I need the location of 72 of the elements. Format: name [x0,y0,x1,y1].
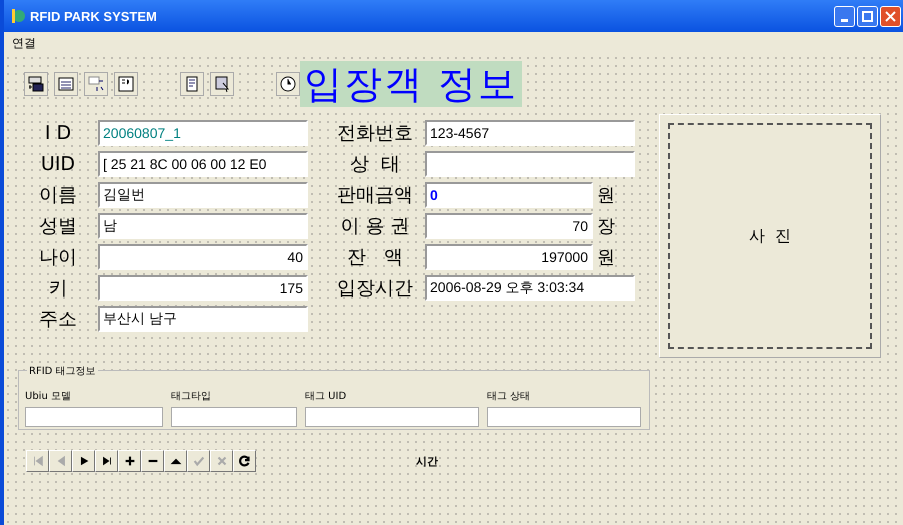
field-label: UID [40,153,76,175]
field-label: 전화번호 [336,121,414,146]
unit-label: 원 [597,184,615,207]
input-field[interactable]: 0 [425,182,593,208]
input-field[interactable]: 70 [425,213,593,239]
toolbar-button[interactable] [180,72,204,96]
navigator-button[interactable] [118,450,141,472]
input-field[interactable] [171,407,297,427]
refresh-icon [238,454,252,468]
database-icon [27,75,45,93]
field-label: 이름 [38,183,78,208]
field-label: Ubiu 모델 [25,390,72,403]
navigator-button[interactable] [72,450,95,472]
navigator-button[interactable] [164,450,187,472]
toolbar-button[interactable] [210,72,234,96]
navigator-button[interactable] [233,450,256,472]
input-field[interactable]: 부산시 남구 [98,306,308,332]
input-field[interactable] [305,407,479,427]
menu-item[interactable]: 연결 [12,34,36,52]
close-button[interactable] [880,6,901,26]
field-label: 성별 [38,214,78,239]
close-icon [885,10,896,22]
toolbar-button[interactable] [276,72,300,96]
group-title: RFID 태그정보 [27,364,98,378]
form-icon [57,75,75,93]
window-title: RFID PARK SYSTEM [30,8,157,24]
plus-icon [122,454,136,468]
field-label: 입장시간 [336,276,414,301]
input-field[interactable]: 2006-08-29 오후 3:03:34 [425,275,635,301]
unit-label: 원 [597,246,615,269]
field-label: I D [44,122,72,144]
field-label: 잔 액 [346,245,404,270]
photo-label: 사 진 [748,226,792,246]
input-field[interactable]: 123-4567 [425,120,635,146]
field-label: 이 용 권 [339,214,411,239]
toolbar-button[interactable] [24,72,48,96]
navigator-button[interactable] [141,450,164,472]
toolbar-button[interactable] [114,72,138,96]
check-icon [192,454,206,468]
transfer-icon [87,75,105,93]
field-label: 키 [48,276,68,301]
navigator-button[interactable] [95,450,118,472]
input-field[interactable]: 175 [98,275,308,301]
field-label: 태그 상태 [487,390,532,403]
clock-icon [279,75,297,93]
unit-label: 장 [597,215,615,238]
pointer-icon [213,75,231,93]
field-label: 상 태 [348,152,402,177]
page-heading: 입장객 정보 [300,61,522,107]
field-label: 나이 [38,245,78,270]
input-field[interactable] [25,407,163,427]
field-label: 판매금액 [336,183,414,208]
input-field[interactable]: 20060807_1 [98,120,308,146]
maximize-button[interactable] [857,6,878,26]
minimize-icon [841,18,848,22]
time-label: 시간 [416,454,438,468]
input-field[interactable]: [ 25 21 8C 00 06 00 12 E0 [98,151,308,177]
input-field[interactable] [425,151,635,177]
toolbar-button[interactable] [54,72,78,96]
input-field[interactable]: 남 [98,213,308,239]
input-field[interactable]: 197000 [425,244,593,270]
input-field[interactable]: 40 [98,244,308,270]
field-label: 태그타입 [171,390,212,403]
field-label: 태그 UID [305,390,348,403]
close-icon [214,454,228,468]
input-field[interactable] [487,407,641,427]
form-icon [117,75,135,93]
app-icon [10,8,26,24]
maximize-icon [862,10,873,22]
field-label: 주소 [38,307,78,332]
input-field[interactable]: 김일번 [98,182,308,208]
minimize-button[interactable] [834,6,855,26]
